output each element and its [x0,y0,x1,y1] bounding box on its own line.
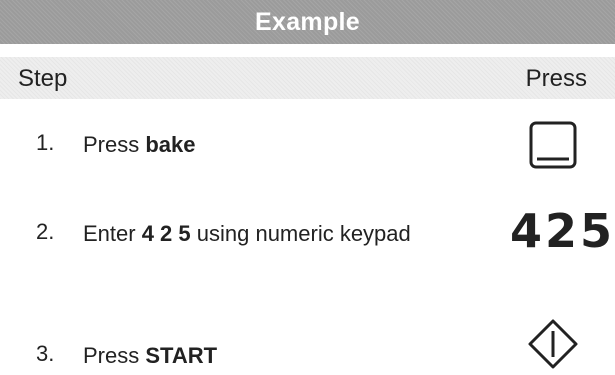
step-2-suffix: using numeric keypad [190,221,411,246]
step-column-label: Step [18,65,68,92]
bake-button-icon [528,120,578,175]
step-1-text: Press bake [83,130,413,159]
header-title: Example [255,7,360,36]
step-2-text: Enter 4 2 5 using numeric keypad [83,219,413,248]
step-1-bold: bake [145,132,196,157]
step-2-prefix: Enter [83,221,142,246]
example-header: Example [0,0,615,44]
step-1-number: 1. [36,130,55,155]
step-1-prefix: Press [83,132,146,157]
column-header-bar: Step Press [0,57,615,99]
press-column-label: Press [525,65,587,92]
step-3-bold: START [145,343,218,368]
keypad-number-display: 425 [509,204,615,258]
start-diamond-icon [527,318,579,375]
step-2-number: 2. [36,219,55,244]
step-3-text: Press START [83,341,413,370]
step-3-number: 3. [36,341,55,366]
step-2-bold: 4 2 5 [141,221,191,246]
step-3-prefix: Press [83,343,146,368]
